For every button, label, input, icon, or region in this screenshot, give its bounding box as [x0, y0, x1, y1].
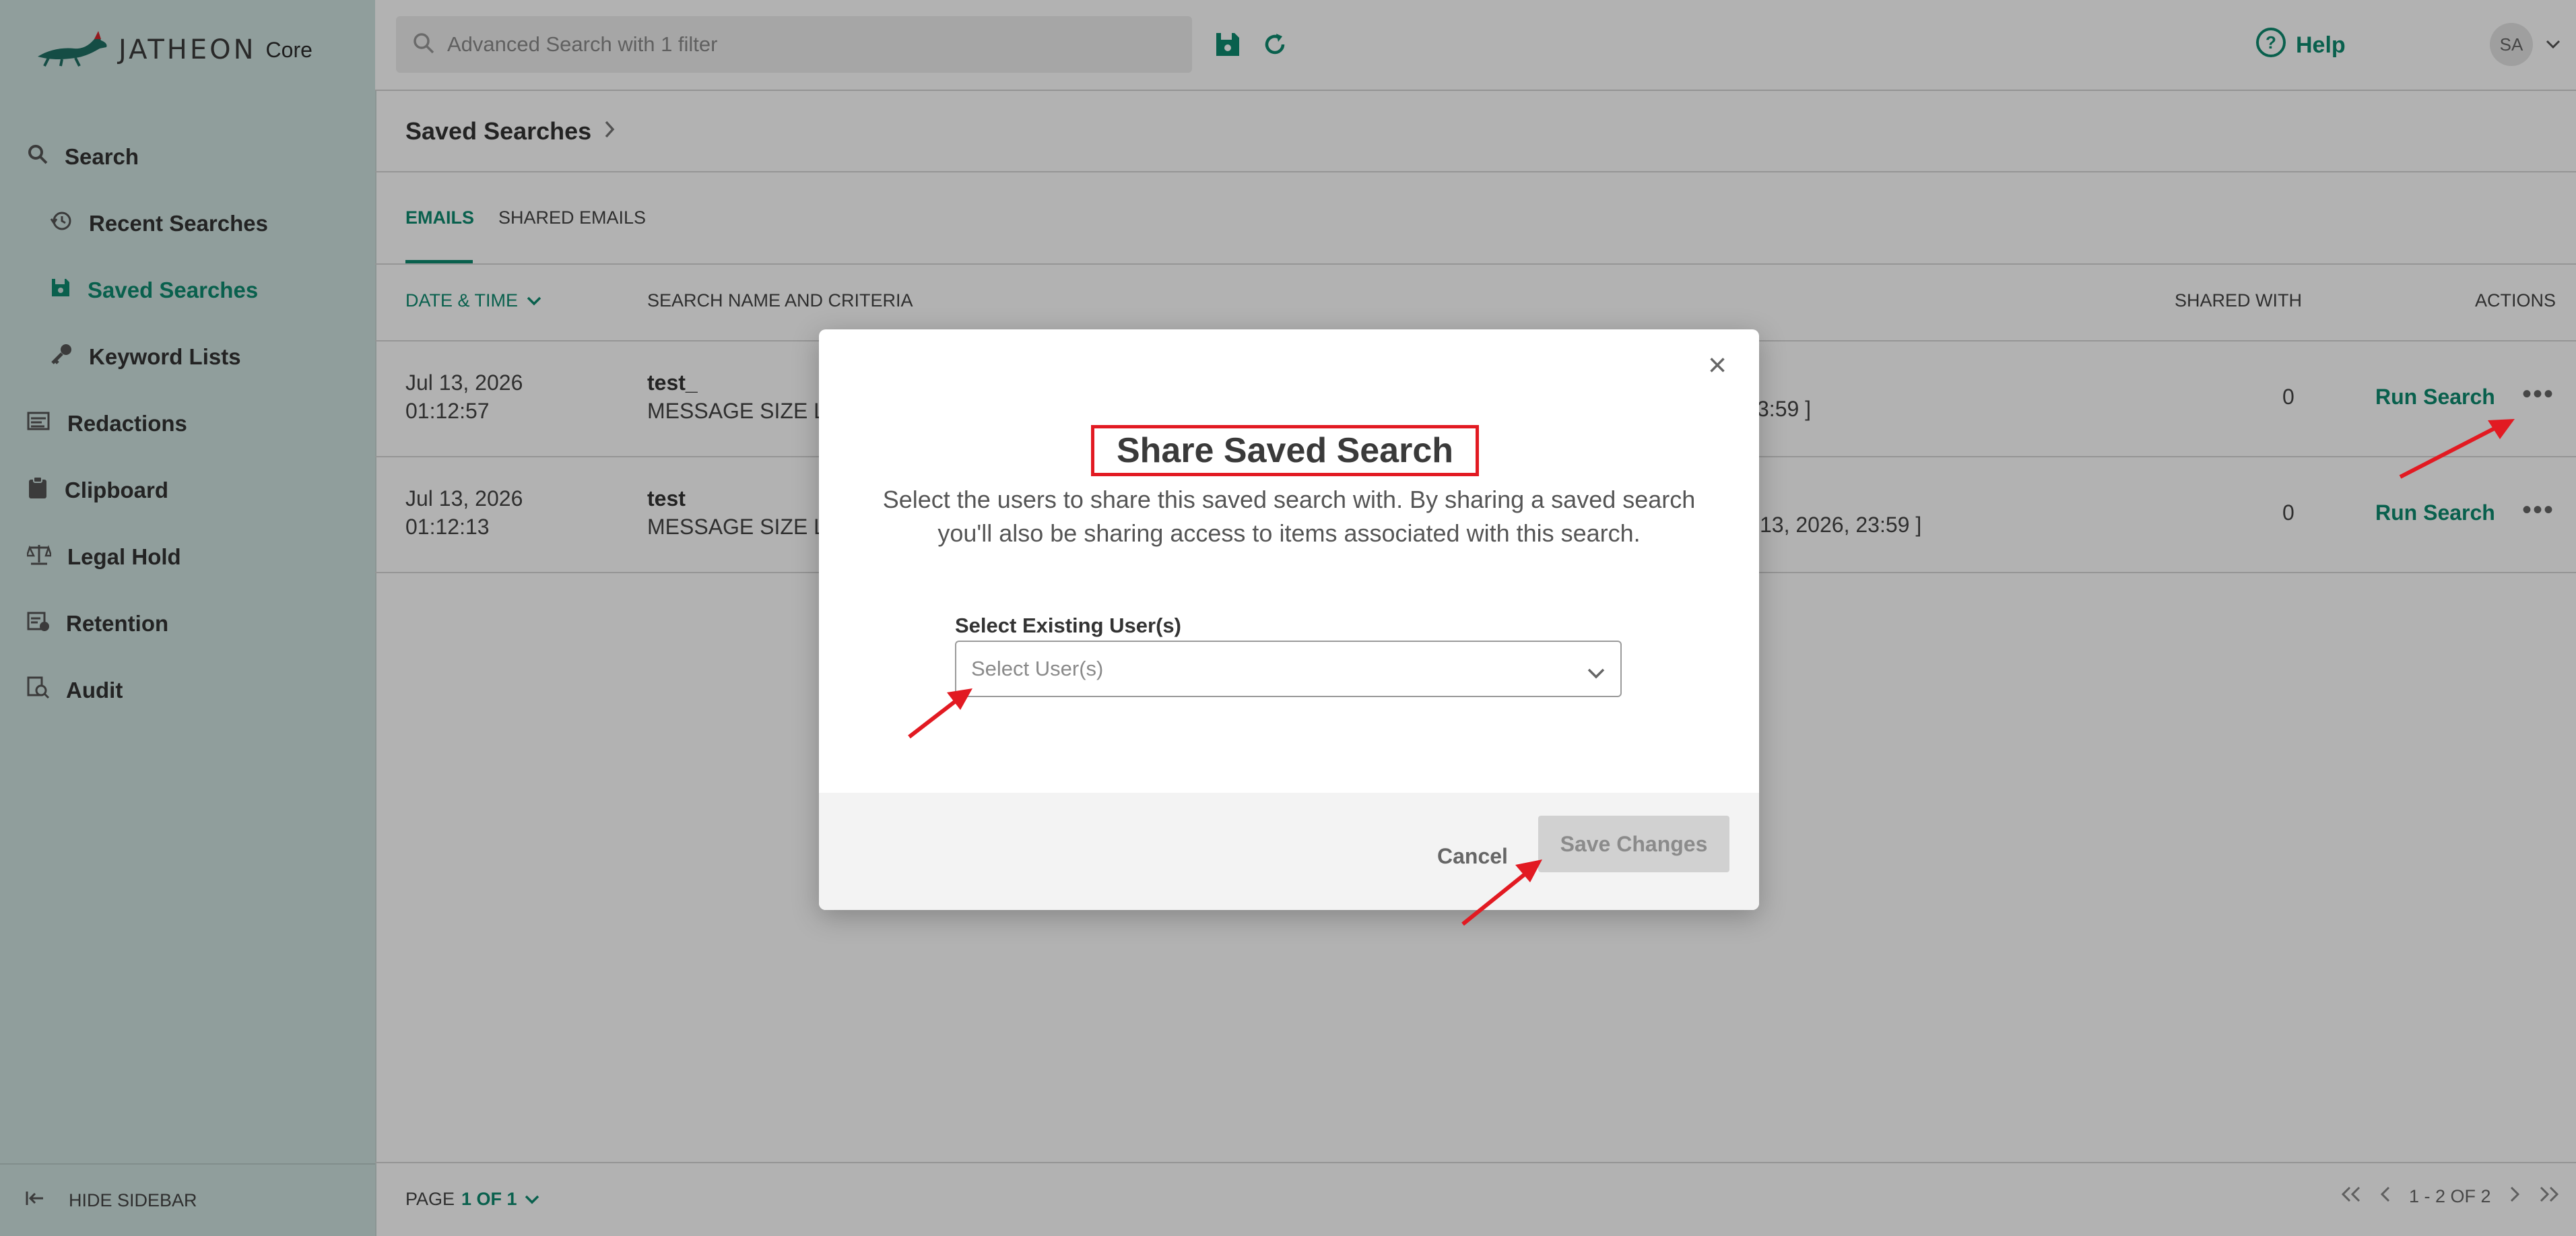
dialog-footer: Cancel Save Changes [819, 793, 1759, 910]
dialog-title: Share Saved Search [1091, 425, 1479, 476]
save-changes-button[interactable]: Save Changes [1538, 816, 1729, 872]
select-users-placeholder: Select User(s) [971, 657, 1104, 680]
chevron-down-icon [1587, 661, 1606, 685]
select-users-label: Select Existing User(s) [955, 614, 1181, 637]
dialog-description: Select the users to share this saved sea… [882, 486, 1696, 547]
cancel-button[interactable]: Cancel [1437, 844, 1508, 869]
select-users-dropdown[interactable]: Select User(s) [955, 641, 1622, 697]
share-saved-search-dialog: × Share Saved Search Select the users to… [819, 329, 1759, 910]
close-icon[interactable]: × [1708, 350, 1727, 382]
